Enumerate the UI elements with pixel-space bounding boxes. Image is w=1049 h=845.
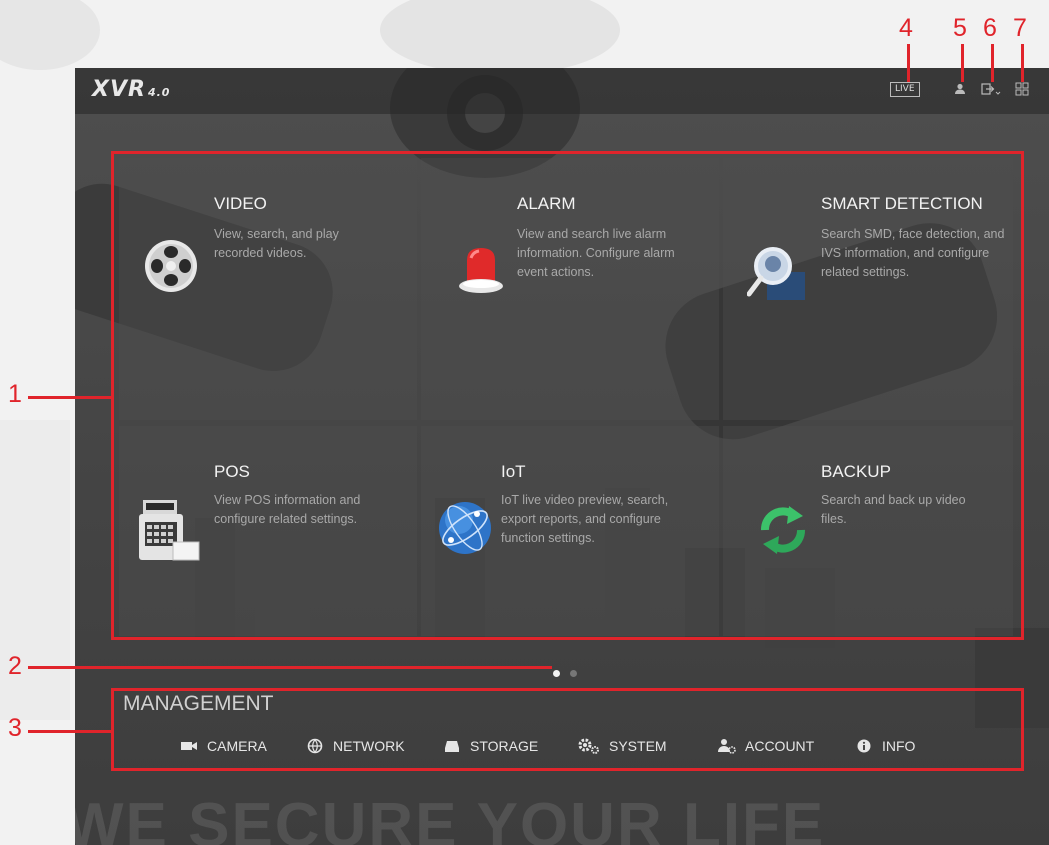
page-dot[interactable] bbox=[570, 670, 577, 677]
callout-5: 5 bbox=[953, 14, 967, 42]
background-slogan: WE SECURE YOUR LIFE bbox=[75, 791, 826, 845]
callout-line-2 bbox=[28, 666, 552, 669]
callout-line-6 bbox=[991, 44, 994, 82]
callout-2: 2 bbox=[8, 652, 22, 680]
callout-line-5 bbox=[961, 44, 964, 82]
callout-1: 1 bbox=[8, 380, 22, 408]
callout-line-3 bbox=[28, 730, 112, 733]
callout-3: 3 bbox=[8, 714, 22, 742]
callout-7: 7 bbox=[1013, 14, 1027, 42]
annotation-box-tiles bbox=[111, 151, 1024, 640]
annotation-box-management bbox=[111, 688, 1024, 771]
callout-4: 4 bbox=[899, 14, 913, 42]
callout-6: 6 bbox=[983, 14, 997, 42]
top-bar: XVR 4.0 LIVE bbox=[75, 68, 1049, 114]
xvr-logo: XVR 4.0 bbox=[92, 77, 171, 102]
logout-icon[interactable] bbox=[981, 82, 1001, 96]
page-indicator bbox=[553, 662, 587, 681]
callout-line-7 bbox=[1021, 44, 1024, 82]
live-button[interactable]: LIVE bbox=[890, 82, 920, 97]
grid-menu-icon[interactable] bbox=[1015, 82, 1029, 96]
callout-line-1 bbox=[28, 396, 112, 399]
page-dot-active[interactable] bbox=[553, 670, 560, 677]
user-icon[interactable] bbox=[953, 82, 967, 96]
callout-line-4 bbox=[907, 44, 910, 82]
